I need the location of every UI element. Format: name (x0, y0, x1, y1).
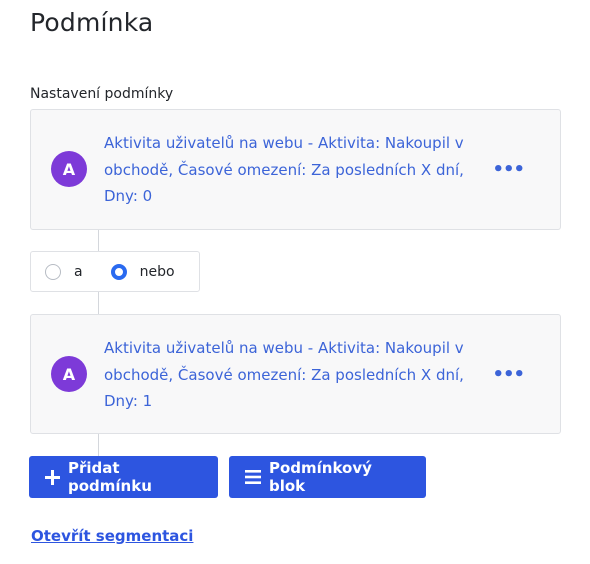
more-options-icon[interactable]: ••• (492, 161, 525, 179)
more-options-icon[interactable]: ••• (492, 366, 525, 384)
plus-icon (45, 469, 60, 485)
connector-line (98, 230, 99, 251)
menu-lines-icon (245, 470, 261, 484)
radio-option-or[interactable]: nebo (110, 263, 175, 280)
add-condition-button[interactable]: Přidat podmínku (29, 456, 218, 498)
avatar: A (51, 151, 87, 187)
connector-line (98, 292, 99, 314)
page-title: Podmínka (30, 8, 154, 37)
condition-block-label: Podmínkový blok (269, 459, 372, 495)
condition-card[interactable]: A Aktivita uživatelů na webu - Aktivita:… (30, 109, 561, 230)
radio-and-label: a (74, 263, 83, 280)
condition-text[interactable]: Aktivita uživatelů na webu - Aktivita: N… (104, 335, 484, 415)
condition-block-button[interactable]: Podmínkový blok (229, 456, 426, 498)
logic-operator-selector: a nebo (30, 251, 200, 292)
radio-or[interactable] (110, 263, 127, 280)
add-condition-label: Přidat podmínku (68, 459, 152, 495)
radio-option-and[interactable]: a (45, 263, 83, 280)
avatar: A (51, 356, 87, 392)
condition-card[interactable]: A Aktivita uživatelů na webu - Aktivita:… (30, 314, 561, 434)
connector-line (98, 434, 99, 456)
radio-or-label: nebo (139, 263, 175, 280)
condition-text[interactable]: Aktivita uživatelů na webu - Aktivita: N… (104, 130, 484, 210)
radio-and[interactable] (45, 263, 61, 280)
open-segmentation-link[interactable]: Otevřít segmentaci (31, 527, 193, 545)
section-label: Nastavení podmínky (30, 86, 174, 102)
